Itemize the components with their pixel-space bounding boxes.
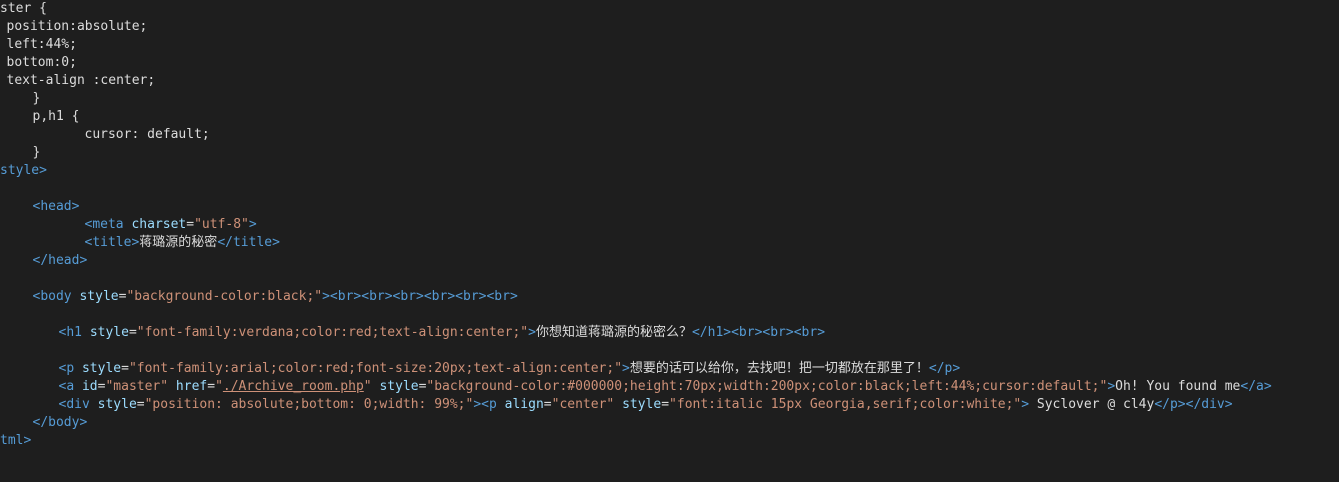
code-token: style xyxy=(81,361,122,376)
code-token: style xyxy=(97,397,137,412)
href-link[interactable]: ./Archive_room.php xyxy=(223,379,364,394)
code-token: } xyxy=(32,91,41,106)
code-token: 蒋璐源的秘密 xyxy=(139,235,218,250)
code-token: > xyxy=(1107,379,1116,394)
code-token: </a> xyxy=(1240,379,1272,394)
code-token: </p></div> xyxy=(1154,397,1233,412)
source-code-listing[interactable]: ster { position:absolute; left:44%; bottom:… xyxy=(0,0,1339,450)
code-token: <body xyxy=(32,289,80,304)
code-token: align xyxy=(504,397,544,412)
code-token: = xyxy=(207,379,216,394)
code-line: p,h1 { xyxy=(0,108,1339,126)
code-token: Oh! You found me xyxy=(1115,379,1241,394)
code-token: style xyxy=(379,379,419,394)
code-token: <meta xyxy=(84,217,132,232)
code-token: > xyxy=(1021,397,1030,412)
code-token: "background-color:#000000;height:70px;wi… xyxy=(426,379,1108,394)
code-token: </head> xyxy=(32,253,88,268)
code-line: <a id="master" href="./Archive_room.php"… xyxy=(0,378,1339,396)
code-token: "position: absolute;bottom: 0;width: 99%… xyxy=(144,397,474,412)
code-token: = xyxy=(186,217,195,232)
code-token: > xyxy=(248,217,257,232)
code-token: text-align :center; xyxy=(6,73,156,88)
code-token: </h1><br><br><br> xyxy=(691,325,826,340)
code-token: "background-color:black;" xyxy=(126,289,323,304)
code-token: </p> xyxy=(928,361,961,376)
code-token: " xyxy=(215,379,223,394)
code-line: cursor: default; xyxy=(0,126,1339,144)
code-token: left:44%; xyxy=(6,37,77,52)
code-line: <div style="position: absolute;bottom: 0… xyxy=(0,396,1339,414)
code-token: = xyxy=(128,325,137,340)
code-token: = xyxy=(661,397,670,412)
code-token: = xyxy=(136,397,145,412)
code-token: "master" xyxy=(105,379,169,394)
code-line: <meta charset="utf-8"> xyxy=(0,216,1339,234)
code-line: <title>蒋璐源的秘密</title> xyxy=(0,234,1339,252)
code-token: Syclover @ cl4y xyxy=(1029,397,1155,412)
code-token: ster { xyxy=(0,1,47,16)
code-token: position:absolute; xyxy=(6,19,148,34)
code-viewer[interactable]: ster { position:absolute; left:44%; bottom:… xyxy=(0,0,1339,482)
code-line: <body style="background-color:black;"><b… xyxy=(0,288,1339,306)
code-token: = xyxy=(543,397,552,412)
code-line: position:absolute; xyxy=(0,18,1339,36)
code-token: style xyxy=(89,325,129,340)
code-token: = xyxy=(121,361,129,376)
code-token: "font:italic 15px Georgia,serif;color:wh… xyxy=(669,397,1022,412)
code-token: <a xyxy=(58,379,82,394)
code-line: </head> xyxy=(0,252,1339,270)
code-token: 你想知道蒋璐源的秘密么？ xyxy=(535,325,692,340)
code-token: <head> xyxy=(32,199,80,214)
code-token: "center" xyxy=(551,397,615,412)
code-token: <title> xyxy=(84,235,140,250)
code-line: text-align :center; xyxy=(0,72,1339,90)
code-token: </title> xyxy=(217,235,280,250)
code-line: </body> xyxy=(0,414,1339,432)
code-line: <h1 style="font-family:verdana;color:red… xyxy=(0,324,1339,342)
code-token: style> xyxy=(0,163,47,178)
code-token: <p xyxy=(58,361,82,376)
code-token: > xyxy=(622,361,630,376)
code-line: left:44%; xyxy=(0,36,1339,54)
code-line: style> xyxy=(0,162,1339,180)
code-token: p,h1 { xyxy=(32,109,80,124)
code-token: <div xyxy=(58,397,98,412)
code-token: bottom:0; xyxy=(6,55,77,70)
code-line: } xyxy=(0,144,1339,162)
code-token: ><p xyxy=(473,397,505,412)
code-line: bottom:0; xyxy=(0,54,1339,72)
code-line: } xyxy=(0,90,1339,108)
code-token: ><br><br><br><br><br><br> xyxy=(322,289,518,304)
code-token: tml> xyxy=(0,433,32,448)
code-token: "utf-8" xyxy=(194,217,249,232)
code-token: style xyxy=(622,397,662,412)
code-line: <p style="font-family:arial;color:red;fo… xyxy=(0,360,1339,378)
code-token: id xyxy=(81,379,98,394)
code-token: style xyxy=(79,289,119,304)
code-token: } xyxy=(32,145,41,160)
code-token: > xyxy=(528,325,536,340)
code-line: <head> xyxy=(0,198,1339,216)
code-token: " xyxy=(363,379,372,394)
code-line: tml> xyxy=(0,432,1339,450)
code-token: cursor: default; xyxy=(84,127,210,142)
code-token: charset xyxy=(131,217,187,232)
code-token: "font-family:verdana;color:red;text-alig… xyxy=(136,325,529,340)
code-token: "font-family:arial;color:red;font-size:2… xyxy=(128,361,623,376)
code-token: </body> xyxy=(32,415,88,430)
code-token: <h1 xyxy=(58,325,90,340)
code-token: 想要的话可以给你，去找吧！把一切都放在那里了！ xyxy=(629,361,929,376)
code-token: href xyxy=(175,379,208,394)
code-line: ster { xyxy=(0,0,1339,18)
